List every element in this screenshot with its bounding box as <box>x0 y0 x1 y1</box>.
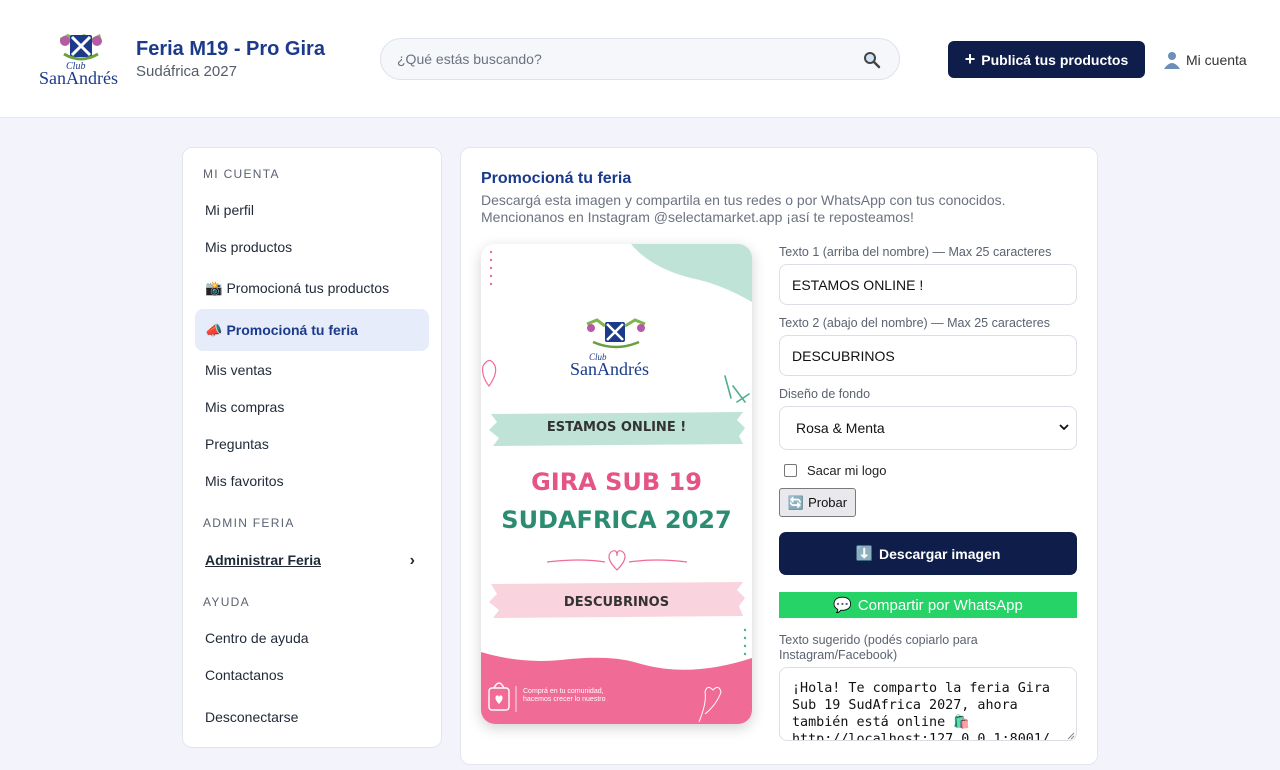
poster-headline-2: SUDAFRICA 2027 <box>501 506 732 534</box>
account-link[interactable]: Mi cuenta <box>1163 51 1247 69</box>
description-line-2: Mencionanos en Instagram @selectamarket.… <box>481 209 914 225</box>
sidebar-item-label: Mis favoritos <box>205 473 284 489</box>
resize-handle-icon[interactable] <box>1067 732 1075 740</box>
sidebar-item-purchases[interactable]: Mis compras <box>195 386 429 428</box>
search-icon[interactable] <box>863 51 881 69</box>
sidebar-item-help-center[interactable]: Centro de ayuda <box>195 617 429 659</box>
background-design-value: Rosa & Menta <box>796 420 885 436</box>
megaphone-icon: 📣 <box>205 321 223 338</box>
share-whatsapp-label: Compartir por WhatsApp <box>857 596 1023 614</box>
brand-title[interactable]: Feria M19 - Pro Gira <box>136 38 325 61</box>
suggested-text-area[interactable]: ¡Hola! Te comparto la feria Gira Sub 19 … <box>779 667 1077 741</box>
page-title: Promocioná tu feria <box>481 170 632 187</box>
poster-text-1: ESTAMOS ONLINE ! <box>546 420 687 435</box>
text2-input[interactable] <box>779 335 1077 376</box>
background-design-select[interactable]: Rosa & Menta <box>779 406 1077 450</box>
camera-icon: 📸 <box>205 279 223 296</box>
design-label: Diseño de fondo <box>779 387 871 401</box>
download-icon: ⬇️ <box>855 545 874 561</box>
brand-subtitle: Sudáfrica 2027 <box>136 63 237 80</box>
logo-sanandres-text: SanAndrés <box>39 68 118 88</box>
chevron-down-icon <box>1059 424 1069 431</box>
search-bar[interactable] <box>380 38 900 80</box>
section-my-account: MI CUENTA <box>203 167 280 181</box>
remove-logo-label: Sacar mi logo <box>807 463 887 478</box>
download-image-label: Descargar imagen <box>879 545 1001 562</box>
sidebar-item-label: Promocioná tus productos <box>226 280 390 296</box>
refresh-icon: 🔄 <box>787 494 805 510</box>
sidebar-item-label: Administrar Feria <box>205 552 321 568</box>
sidebar-item-admin-fair[interactable]: Administrar Feria › <box>195 539 429 581</box>
sidebar-item-contact[interactable]: Contactanos <box>195 654 429 696</box>
sidebar-item-label: Mis compras <box>205 399 285 415</box>
user-icon <box>1164 52 1180 69</box>
sidebar-item-profile[interactable]: Mi perfil <box>195 189 429 231</box>
sidebar-item-label: Promocioná tu feria <box>226 322 358 338</box>
sidebar-item-favorites[interactable]: Mis favoritos <box>195 460 429 502</box>
sidebar-item-products[interactable]: Mis productos <box>195 226 429 268</box>
sidebar-item-label: Preguntas <box>205 436 269 452</box>
search-input[interactable] <box>397 39 857 79</box>
top-header: Club SanAndrés Feria M19 - Pro Gira Sudá… <box>0 0 1280 118</box>
poster-text-2: DESCUBRINOS <box>563 595 670 610</box>
publish-products-label: Publicá tus productos <box>981 51 1129 68</box>
text2-label: Texto 2 (abajo del nombre) — Max 25 cara… <box>779 316 1050 330</box>
sidebar-item-sales[interactable]: Mis ventas <box>195 349 429 391</box>
text1-input[interactable] <box>779 264 1077 305</box>
section-admin-fair: ADMIN FERIA <box>203 516 295 530</box>
poster-footer-line-1: Comprá en tu comunidad, <box>523 688 604 695</box>
try-button[interactable]: 🔄 Probar <box>779 488 856 517</box>
sidebar-item-label: Mis productos <box>205 239 293 255</box>
sidebar-item-label: Mis ventas <box>205 362 272 378</box>
sidebar-item-questions[interactable]: Preguntas <box>195 423 429 465</box>
chevron-right-icon: › <box>409 552 415 569</box>
sidebar-item-promote-fair[interactable]: 📣 Promocioná tu feria <box>195 309 429 351</box>
description-line-1: Descargá esta imagen y compartila en tus… <box>481 192 1006 208</box>
try-button-label: Probar <box>808 495 848 510</box>
sidebar-item-logout[interactable]: Desconectarse <box>195 696 429 738</box>
sidebar-item-label: Desconectarse <box>205 709 299 725</box>
poster-logo-name: SanAndrés <box>570 359 649 379</box>
share-whatsapp-button[interactable]: 💬 Compartir por WhatsApp <box>779 592 1077 618</box>
remove-logo-checkbox[interactable] <box>784 464 797 477</box>
sidebar-item-label: Contactanos <box>205 667 284 683</box>
sidebar: MI CUENTA Mi perfil Mis productos 📸 Prom… <box>182 147 442 748</box>
promo-image-preview: Club SanAndrés ESTAMOS ONLINE ! GIRA SUB… <box>481 244 752 724</box>
poster-headline-1: GIRA SUB 19 <box>531 468 702 496</box>
plus-icon: + <box>964 49 976 69</box>
section-help: AYUDA <box>203 595 250 609</box>
download-image-button[interactable]: ⬇️ Descargar imagen <box>779 532 1077 575</box>
suggested-text-label: Texto sugerido (podés copiarlo para Inst… <box>779 633 978 662</box>
club-san-andres-logo[interactable]: Club SanAndrés <box>38 32 124 88</box>
page-description: Descargá esta imagen y compartila en tus… <box>481 192 1061 226</box>
poster-footer-line-2: hacemos crecer lo nuestro <box>523 696 606 703</box>
sidebar-item-promote-products[interactable]: 📸 Promocioná tus productos <box>195 267 429 309</box>
account-label: Mi cuenta <box>1186 52 1247 68</box>
remove-logo-checkbox-row[interactable]: Sacar mi logo <box>784 463 886 478</box>
chat-bubble-icon: 💬 <box>833 597 852 614</box>
sidebar-item-label: Mi perfil <box>205 202 255 218</box>
promote-fair-card: Promocioná tu feria Descargá esta imagen… <box>460 147 1098 765</box>
publish-products-button[interactable]: + Publicá tus productos <box>948 41 1145 78</box>
poster-footer: Comprá en tu comunidad, hacemos crecer l… <box>523 688 605 704</box>
text1-label: Texto 1 (arriba del nombre) — Max 25 car… <box>779 245 1052 259</box>
sidebar-item-label: Centro de ayuda <box>205 630 309 646</box>
